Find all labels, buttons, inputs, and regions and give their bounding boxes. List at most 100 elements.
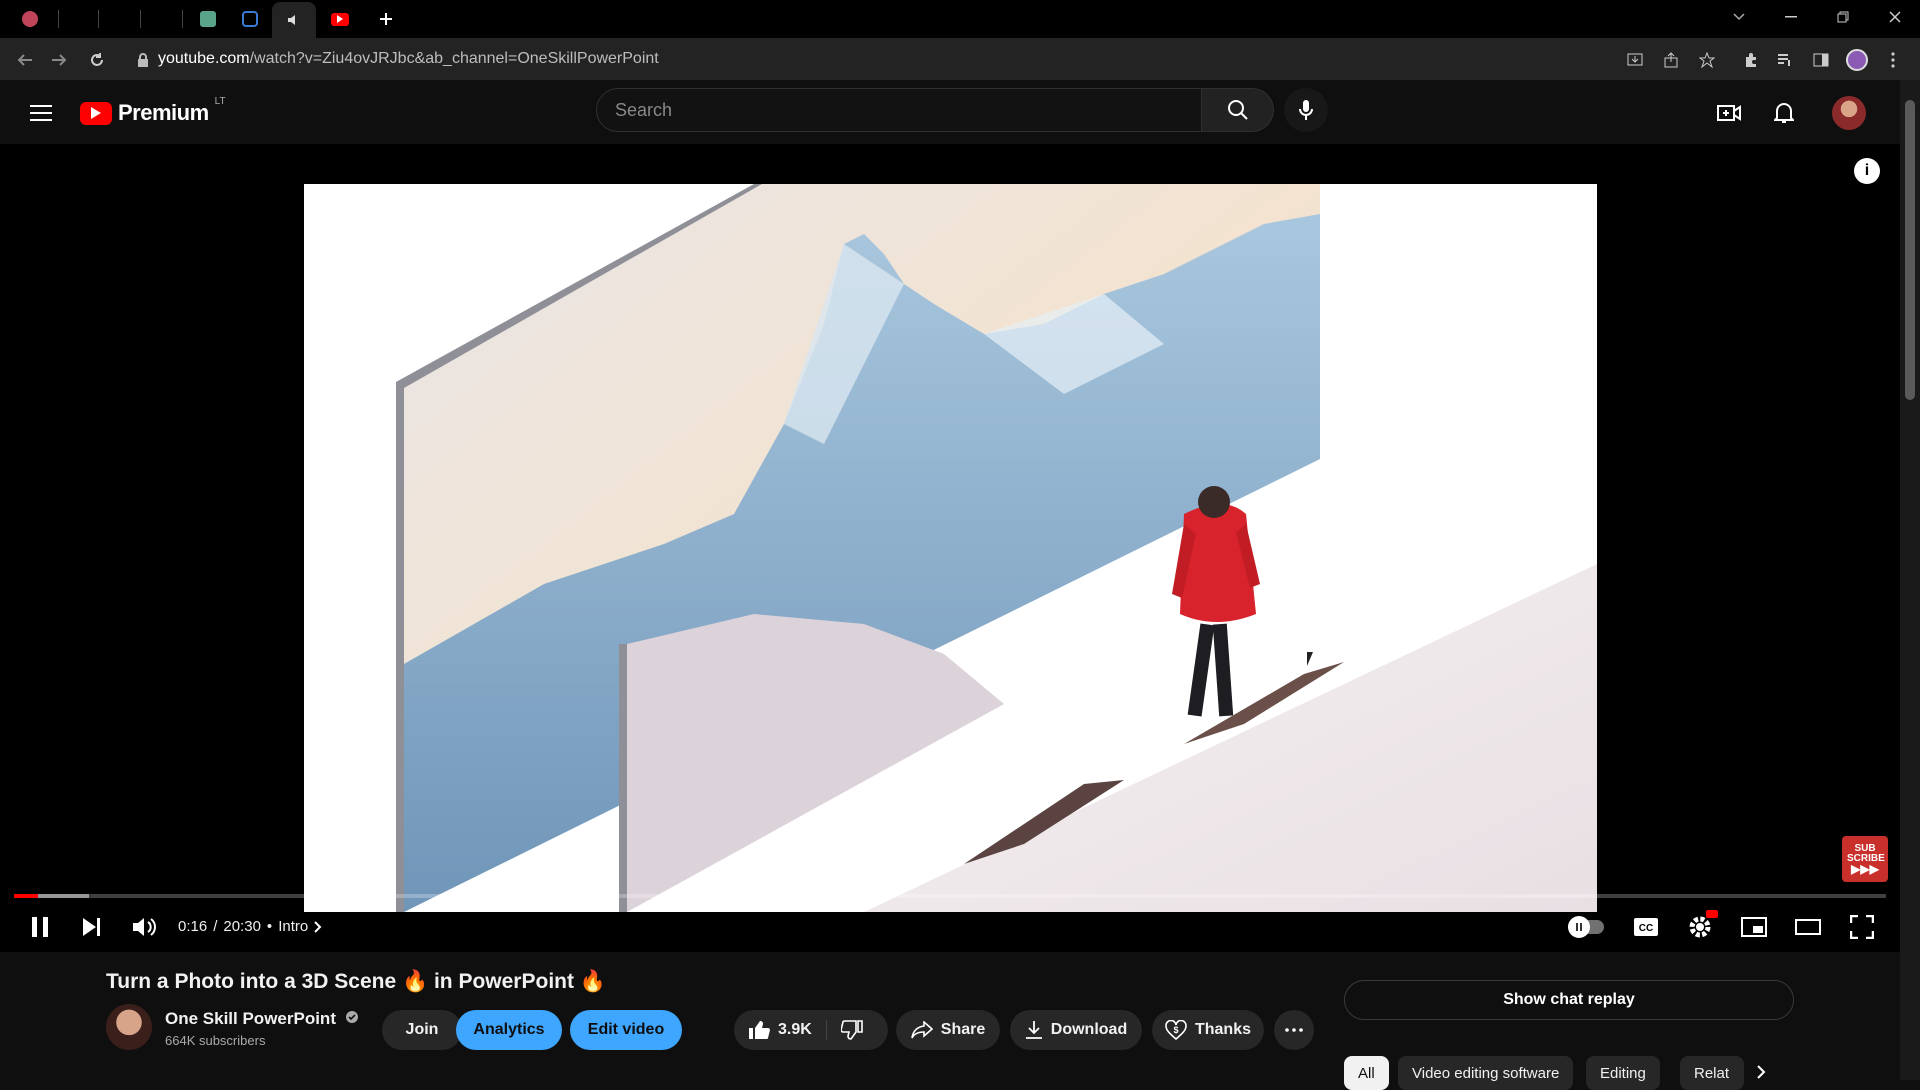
player-controls: 0:16 / 20:30 • Intro CC (0, 894, 1900, 952)
share-button[interactable]: Share (896, 1010, 1000, 1050)
svg-text:$: $ (1173, 1025, 1178, 1035)
next-video-button[interactable] (74, 910, 110, 944)
url-path: /watch?v=Ziu4ovJRJbc&ab_channel=OneSkill… (249, 50, 659, 67)
video-frame[interactable] (304, 184, 1597, 912)
side-panel-button[interactable] (1808, 47, 1834, 73)
profile-button[interactable] (1844, 47, 1870, 73)
create-button[interactable] (1712, 96, 1746, 130)
search-input[interactable]: Search (596, 88, 1202, 132)
playlist-icon (1778, 54, 1790, 66)
url-host: youtube.com (158, 50, 250, 67)
show-chat-replay-label: Show chat replay (1503, 991, 1635, 1008)
play-pause-button[interactable] (22, 910, 58, 944)
tab-pinned-3[interactable] (232, 6, 268, 32)
fullscreen-button[interactable] (1844, 910, 1880, 944)
chevron-right-icon (1757, 1065, 1766, 1079)
tab-search-button[interactable] (1716, 0, 1762, 34)
toggle-track (1568, 916, 1604, 938)
video-player[interactable]: i SUB SCRIBE ▶▶▶ 0:16 / 20:30 • Intro CC (0, 144, 1900, 952)
triple-chevron-icon: ▶▶▶ (1851, 862, 1879, 876)
minimize-icon (1785, 16, 1797, 18)
toggle-knob-pause-icon (1568, 916, 1590, 938)
guide-menu-button[interactable] (24, 96, 58, 130)
analytics-label: Analytics (473, 1021, 545, 1038)
more-actions-button[interactable] (1274, 1010, 1314, 1050)
video-create-icon (1717, 105, 1741, 121)
skip-next-icon (83, 918, 100, 936)
restore-button[interactable] (1820, 0, 1866, 34)
analytics-button[interactable]: Analytics (456, 1010, 562, 1050)
media-control-button[interactable] (1772, 47, 1798, 73)
reload-button[interactable] (84, 47, 110, 73)
subtitles-button[interactable]: CC (1628, 910, 1664, 944)
tab-active-audio[interactable] (272, 2, 316, 38)
install-app-button[interactable] (1622, 47, 1648, 73)
verified-badge-icon (345, 1011, 358, 1023)
info-card-icon[interactable]: i (1854, 158, 1880, 184)
join-button[interactable]: Join (382, 1010, 462, 1050)
progress-bar[interactable] (14, 894, 1886, 898)
chevron-right-icon[interactable] (314, 920, 322, 933)
channel-avatar[interactable] (106, 1004, 152, 1050)
settings-button[interactable] (1682, 910, 1718, 944)
lock-icon[interactable] (130, 47, 156, 73)
show-chat-replay-button[interactable]: Show chat replay (1344, 980, 1794, 1020)
document-favicon-icon (200, 11, 216, 27)
tab-pinned-2[interactable] (190, 6, 226, 32)
subscribe-watermark[interactable]: SUB SCRIBE ▶▶▶ (1842, 836, 1888, 882)
channel-name-row[interactable]: One Skill PowerPoint (165, 1009, 359, 1029)
theater-icon (1795, 919, 1821, 935)
microphone-icon (1299, 100, 1313, 120)
edit-video-button[interactable]: Edit video (570, 1010, 682, 1050)
miniplayer-button[interactable] (1736, 910, 1772, 944)
miniplayer-icon (1741, 917, 1767, 937)
restore-icon (1837, 11, 1849, 23)
account-avatar[interactable] (1832, 96, 1866, 130)
heart-dollar-icon: $ (1165, 1020, 1187, 1040)
circle-favicon-icon (22, 11, 38, 27)
new-tab-button[interactable] (368, 6, 404, 32)
thanks-button[interactable]: $ Thanks (1152, 1010, 1264, 1050)
download-icon (1025, 1021, 1042, 1039)
thumbs-up-icon (749, 1021, 770, 1039)
youtube-logo[interactable]: Premium LT (80, 96, 226, 126)
share-page-button[interactable] (1658, 47, 1684, 73)
played-fill (14, 894, 39, 898)
tab-pinned-1[interactable] (12, 6, 48, 32)
like-button[interactable]: 3.9K (748, 1020, 827, 1040)
theater-mode-button[interactable] (1790, 910, 1826, 944)
dislike-button[interactable] (827, 1020, 863, 1040)
address-bar[interactable]: youtube.com/watch?v=Ziu4ovJRJbc&ab_chann… (158, 43, 1658, 75)
chip-all[interactable]: All (1344, 1056, 1389, 1090)
current-time: 0:16 (178, 918, 208, 935)
tab-youtube[interactable] (322, 6, 358, 32)
channel-name[interactable]: One Skill PowerPoint (165, 1009, 336, 1028)
browser-menu-button[interactable] (1880, 47, 1906, 73)
close-window-button[interactable] (1872, 0, 1918, 34)
chip-label: Video editing software (1412, 1064, 1560, 1082)
subscriber-count: 664K subscribers (165, 1033, 266, 1048)
volume-button[interactable] (126, 910, 162, 944)
scrollbar-thumb[interactable] (1905, 100, 1915, 400)
robot-favicon-icon (242, 11, 258, 27)
browser-tab-bar (0, 0, 1920, 38)
minimize-button[interactable] (1768, 0, 1814, 34)
notifications-button[interactable] (1767, 96, 1801, 130)
forward-button[interactable] (46, 47, 72, 73)
chip-label: Relat (1694, 1064, 1730, 1082)
voice-search-button[interactable] (1284, 88, 1328, 132)
chips-next-button[interactable] (1756, 1064, 1766, 1085)
autoplay-toggle[interactable] (1566, 910, 1606, 944)
chip-video-editing-software[interactable]: Video editing software (1398, 1056, 1574, 1090)
chapter-title[interactable]: Intro (278, 918, 308, 935)
extensions-button[interactable] (1738, 47, 1764, 73)
chip-editing[interactable]: Editing (1586, 1056, 1660, 1090)
pause-icon (32, 917, 48, 937)
page-scrollbar[interactable] (1900, 80, 1920, 1080)
download-button[interactable]: Download (1010, 1010, 1142, 1050)
back-button[interactable] (12, 47, 38, 73)
more-vertical-icon (1891, 52, 1895, 68)
chip-related[interactable]: Relat (1680, 1056, 1744, 1090)
search-button[interactable] (1202, 88, 1274, 132)
bookmark-button[interactable] (1694, 47, 1720, 73)
